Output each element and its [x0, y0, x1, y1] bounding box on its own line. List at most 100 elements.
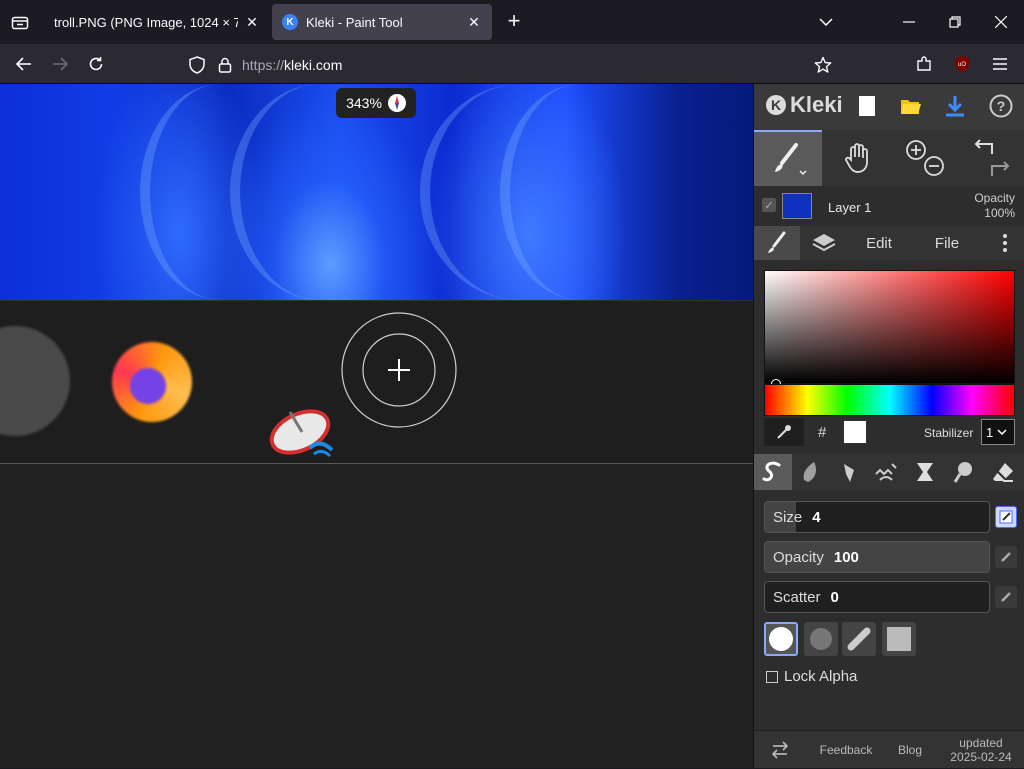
color-tools-row: # Stabilizer 1	[764, 418, 1015, 446]
size-label: Size	[773, 508, 803, 526]
tab-layers[interactable]	[804, 226, 844, 260]
tab-brush[interactable]	[754, 226, 800, 260]
panel-tab-row: Edit File	[754, 226, 1024, 260]
brush-icon	[768, 231, 786, 253]
pen-brush-button[interactable]	[754, 454, 792, 490]
size-pressure-toggle[interactable]	[995, 506, 1017, 528]
layer-name: Layer 1	[828, 200, 872, 215]
kleki-logo-text: Kleki	[790, 92, 843, 117]
feedback-link[interactable]: Feedback	[812, 731, 880, 769]
chevron-down-icon	[997, 429, 1007, 435]
minimize-window-icon[interactable]	[897, 10, 921, 34]
tracking-protection-shield-icon[interactable]	[186, 54, 208, 76]
blend-brush-icon	[803, 462, 816, 482]
layer-thumbnail	[782, 193, 812, 219]
undo-redo-buttons[interactable]	[960, 130, 1024, 186]
brush-tool-button[interactable]	[754, 130, 822, 186]
hand-tool-button[interactable]	[826, 130, 890, 186]
open-folder-icon[interactable]	[898, 93, 924, 119]
extensions-puzzle-icon[interactable]	[912, 52, 936, 76]
hand-icon	[845, 143, 868, 173]
download-save-icon[interactable]	[942, 93, 968, 119]
tab-title: troll.PNG (PNG Image, 1024 × 768 p	[54, 14, 238, 30]
size-slider[interactable]: Size 4	[764, 501, 990, 533]
forward-arrow-icon[interactable]	[48, 52, 72, 76]
layer-item[interactable]: ✓ Layer 1 Opacity 100%	[754, 186, 1024, 226]
line-shape-button[interactable]	[842, 622, 876, 656]
close-tab-icon[interactable]: ✕	[466, 14, 482, 30]
lock-alpha-checkbox[interactable]: Lock Alpha	[766, 668, 857, 685]
square-shape-button[interactable]	[882, 622, 916, 656]
hex-input-toggle[interactable]: #	[818, 424, 826, 441]
scatter-slider[interactable]: Scatter 0	[764, 581, 990, 613]
round-soft-shape-button[interactable]	[804, 622, 838, 656]
new-tab-button[interactable]: +	[502, 10, 526, 34]
bookmark-star-icon[interactable]	[812, 54, 834, 76]
brush-cursor-icon	[341, 312, 457, 428]
opacity-pressure-toggle[interactable]	[995, 546, 1017, 568]
close-tab-icon[interactable]: ✕	[244, 14, 260, 30]
updated-date: 2025-02-24	[950, 750, 1012, 764]
help-icon[interactable]: ?	[988, 93, 1014, 119]
satellite-dish-icon	[269, 409, 334, 458]
url-text: https://kleki.com	[242, 57, 342, 73]
zoom-in-out-buttons[interactable]	[894, 130, 956, 186]
updated-info[interactable]: updated 2025-02-24	[940, 731, 1022, 769]
opacity-value: 100	[833, 548, 859, 566]
hamburger-menu-icon[interactable]	[988, 52, 1012, 76]
back-arrow-icon[interactable]	[12, 52, 36, 76]
browser-tab-troll-png[interactable]: troll.PNG (PNG Image, 1024 × 768 p ✕	[44, 4, 270, 40]
chemy-brush-button[interactable]	[906, 454, 944, 490]
swap-arrows-icon	[771, 741, 789, 759]
round-hard-shape-button[interactable]	[764, 622, 798, 656]
swap-sides-button[interactable]	[754, 731, 806, 769]
square-shape-icon	[887, 627, 911, 651]
layer-opacity-label: Opacity	[974, 191, 1015, 205]
blend-brush-button[interactable]	[792, 454, 830, 490]
padlock-icon[interactable]	[214, 54, 236, 76]
eraser-icon	[993, 463, 1013, 482]
brush-type-row	[754, 454, 1024, 490]
pixel-brush-button[interactable]	[868, 454, 906, 490]
opacity-slider[interactable]: Opacity 100	[764, 541, 990, 573]
sketchy-brush-button[interactable]	[830, 454, 868, 490]
new-image-icon[interactable]	[854, 93, 880, 119]
restore-window-icon[interactable]	[943, 10, 967, 34]
brush-icon	[775, 143, 807, 176]
tab-file[interactable]: File	[914, 226, 980, 260]
saturation-value-picker[interactable]	[764, 270, 1015, 389]
current-color-swatch[interactable]	[843, 420, 867, 444]
eraser-button[interactable]	[984, 454, 1022, 490]
chemy-brush-icon	[917, 463, 933, 481]
blog-link[interactable]: Blog	[884, 731, 936, 769]
reload-icon[interactable]	[84, 52, 108, 76]
stabilizer-select[interactable]: 1	[981, 419, 1015, 445]
sketchy-brush-icon	[844, 464, 854, 482]
more-options-icon[interactable]	[990, 226, 1020, 260]
stabilizer-value: 1	[986, 424, 994, 440]
browser-tab-kleki[interactable]: K Kleki - Paint Tool ✕	[272, 4, 492, 40]
close-window-icon[interactable]	[989, 10, 1013, 34]
kleki-side-panel: K Kleki ? ✓ Layer 1 Opacity 100% Edit Fi…	[753, 84, 1024, 768]
tool-row	[754, 130, 1024, 186]
pressure-pen-icon	[999, 510, 1013, 524]
tab-edit[interactable]: Edit	[850, 226, 908, 260]
layer-visibility-checkbox[interactable]: ✓	[762, 198, 776, 212]
zoom-indicator[interactable]: 343%	[336, 88, 416, 118]
compass-rotation-icon[interactable]	[387, 94, 406, 112]
hue-slider[interactable]	[764, 384, 1015, 416]
pen-brush-icon	[762, 461, 781, 482]
smudge-brush-button[interactable]	[944, 454, 982, 490]
kleki-logo[interactable]: K Kleki	[766, 92, 843, 118]
tab-overflow-chevron-icon[interactable]	[814, 10, 838, 34]
list-all-tabs-icon[interactable]	[8, 10, 32, 34]
ublock-origin-icon[interactable]: uO	[950, 52, 974, 76]
layers-icon	[812, 234, 836, 252]
address-bar[interactable]: https://kleki.com	[180, 50, 840, 80]
scatter-pressure-toggle[interactable]	[995, 586, 1017, 608]
panel-footer: Feedback Blog updated 2025-02-24	[754, 730, 1024, 768]
drawing-canvas[interactable]: 343%	[0, 84, 753, 768]
eyedropper-button[interactable]	[764, 418, 804, 446]
updated-label: updated	[959, 736, 1003, 750]
browser-nav-bar: https://kleki.com uO	[0, 44, 1024, 84]
